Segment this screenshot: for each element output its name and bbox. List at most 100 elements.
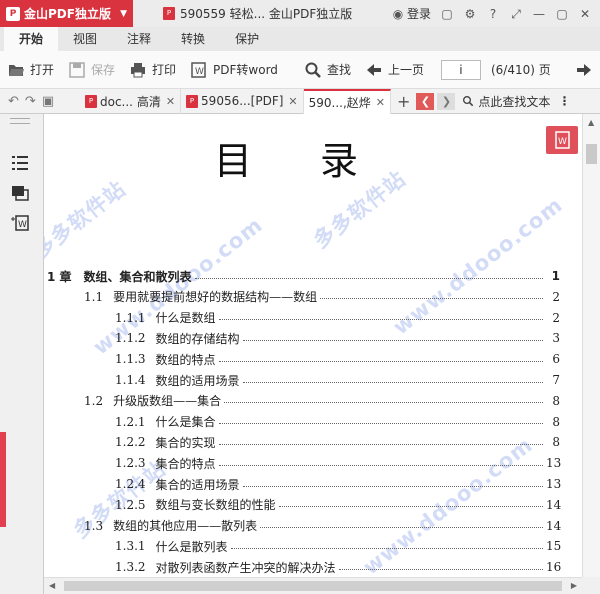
horizontal-scrollbar[interactable]: ◀ ▶ [44, 577, 582, 594]
drag-handle-icon[interactable] [10, 118, 30, 124]
quick-save-icon[interactable]: ▣ [42, 94, 54, 109]
tab-protect[interactable]: 保护 [220, 27, 274, 51]
printer-icon [131, 62, 146, 77]
toc-entry-page: 8 [552, 414, 560, 429]
pdf-to-word-button[interactable]: W PDF转word [183, 55, 285, 85]
page-number-input[interactable]: i [440, 59, 481, 80]
maximize-icon[interactable]: ▢ [555, 7, 569, 21]
toc-entry[interactable]: 1.2.2 集合的实现 8 [44, 432, 560, 452]
scroll-left-icon[interactable]: ◀ [49, 581, 55, 590]
toc-entry-page: 2 [552, 289, 560, 304]
window-controls: ◉ 登录 ▢ ⚙ ? ⤢ — ▢ ✕ [391, 5, 600, 22]
vertical-scroll-thumb[interactable] [586, 144, 597, 164]
thumbnails-icon[interactable] [10, 184, 30, 202]
tab-start[interactable]: 开始 [4, 27, 59, 51]
find-text-button[interactable]: 点此查找文本 [462, 93, 550, 110]
find-label: 查找 [326, 63, 351, 77]
tabs-scroll-right-icon[interactable]: ❯ [437, 92, 456, 110]
doc-tab[interactable]: P 59056...[PDF] ✕ [181, 88, 304, 114]
window-title: P 590559 轻松... 金山PDF独立版 [163, 5, 352, 22]
collapse-ribbon-icon[interactable]: ⤢ [509, 7, 523, 21]
app-menu-button[interactable]: P 金山PDF独立版 ▼ [0, 0, 133, 27]
toc-entry[interactable]: 1.1.3 数组的特点 6 [44, 349, 560, 369]
login-button[interactable]: ◉ 登录 [391, 5, 431, 22]
toc-entry[interactable]: 1.3.2 对散列表函数产生冲突的解决办法 16 [44, 557, 562, 577]
tab-annotate[interactable]: 注释 [112, 27, 166, 51]
toc-entry-number: 1.1 [84, 289, 104, 304]
toc-entry-page: 13 [546, 456, 562, 471]
save-button[interactable]: 保存 [61, 55, 122, 85]
toc-entry-page: 14 [546, 497, 562, 512]
window-title-text: 590559 轻松... 金山PDF独立版 [180, 7, 353, 21]
toc-entry-title: 数组的适用场景 [155, 373, 240, 388]
arrow-right-icon [577, 63, 591, 76]
toc-entry[interactable]: 1 章数组、集合和散列表 1 [44, 266, 560, 286]
doc-tab-label: doc... 高清 [100, 94, 161, 109]
user-icon: ◉ [392, 6, 404, 21]
prev-page-button[interactable]: 上一页 [358, 55, 431, 85]
toc-entry-number: 1.1.2 [115, 331, 146, 346]
find-text-label: 点此查找文本 [478, 94, 551, 109]
more-options-icon[interactable]: ⋮ [558, 94, 570, 108]
close-tab-icon[interactable]: ✕ [288, 95, 297, 108]
toc-entry[interactable]: 1.2 升级版数组——集合 8 [44, 391, 560, 411]
toc-leader-dots [230, 547, 543, 549]
close-tab-icon[interactable]: ✕ [166, 95, 175, 108]
outline-list-icon[interactable] [10, 154, 30, 172]
toc-leader-dots [218, 423, 543, 425]
toc-entry-page: 3 [552, 331, 560, 346]
toc-leader-dots [338, 568, 543, 570]
toc-entry-title: 集合的实现 [155, 435, 216, 450]
gear-icon[interactable]: ⚙ [463, 7, 477, 21]
toc-entry[interactable]: 1.1.2 数组的存储结构 3 [44, 328, 560, 348]
redo-icon[interactable]: ↷ [25, 94, 36, 109]
toc-leader-dots [218, 464, 543, 466]
convert-to-word-float-button[interactable]: W [546, 126, 578, 154]
scroll-right-icon[interactable]: ▶ [571, 581, 577, 590]
scroll-up-icon[interactable]: ▲ [588, 118, 594, 127]
search-icon [463, 96, 474, 107]
toc-entry[interactable]: 1.2.3 集合的特点 13 [44, 453, 562, 473]
doc-tab-active[interactable]: 590...,赵烨 ✕ [303, 88, 392, 114]
toc-entry-title: 集合的适用场景 [155, 477, 240, 492]
toc-entry[interactable]: 1.2.4 集合的适用场景 13 [44, 474, 561, 494]
toc-entry-page: 16 [546, 560, 562, 575]
toc-entry[interactable]: 1.1.4 数组的适用场景 7 [44, 370, 560, 390]
toc-entry-page: 15 [546, 539, 562, 554]
quick-access: ↶ ↷ ▣ [0, 94, 80, 109]
toc-entry-number: 1.3.2 [115, 560, 146, 575]
toc-entry[interactable]: 1.2.5 数组与变长数组的性能 14 [44, 495, 562, 515]
word-convert-icon[interactable]: W [10, 214, 30, 232]
toc-entry[interactable]: 1.1 要用就要提前想好的数据结构——数组 2 [44, 287, 560, 307]
tabs-scroll-left-icon[interactable]: ❮ [416, 92, 435, 110]
toc-entry-number: 1.2.2 [115, 435, 146, 450]
toc-entry[interactable]: 1.3.1 什么是散列表 15 [44, 536, 562, 556]
close-tab-icon[interactable]: ✕ [376, 96, 385, 109]
open-button[interactable]: 打开 [0, 55, 61, 85]
horizontal-scroll-thumb[interactable] [64, 581, 562, 591]
toc-entry[interactable]: 1.3 数组的其他应用——散列表 14 [44, 516, 561, 536]
undo-icon[interactable]: ↶ [8, 94, 19, 109]
toc-leader-dots [242, 339, 543, 341]
toc-entry-title: 数组的存储结构 [155, 331, 240, 346]
toc-entry[interactable]: 1.1.1 什么是数组 2 [44, 308, 560, 328]
document-page: www.ddooo.com www.ddooo.com 多多软件站 www.ddooo… [44, 114, 582, 577]
sidebar-collapse-handle[interactable] [0, 432, 6, 527]
toc-leader-dots [218, 443, 543, 445]
message-icon[interactable]: ▢ [440, 7, 454, 21]
toc-entry-page: 2 [552, 310, 560, 325]
tab-convert[interactable]: 转换 [166, 27, 220, 51]
svg-text:W: W [558, 137, 567, 147]
help-icon[interactable]: ? [486, 7, 500, 21]
toc-entry-page: 7 [552, 373, 560, 387]
print-button[interactable]: 打印 [122, 55, 183, 85]
doc-tab[interactable]: P doc... 高清 ✕ [80, 88, 182, 114]
find-button[interactable]: 查找 [297, 55, 358, 85]
minimize-icon[interactable]: — [532, 7, 546, 21]
close-icon[interactable]: ✕ [578, 7, 592, 21]
next-page-button[interactable] [568, 55, 600, 85]
tab-view[interactable]: 视图 [58, 27, 112, 51]
new-tab-icon[interactable]: + [397, 92, 410, 111]
toc-entry[interactable]: 1.2.1 什么是集合 8 [44, 412, 560, 432]
vertical-scrollbar[interactable]: ▲ [582, 114, 600, 577]
